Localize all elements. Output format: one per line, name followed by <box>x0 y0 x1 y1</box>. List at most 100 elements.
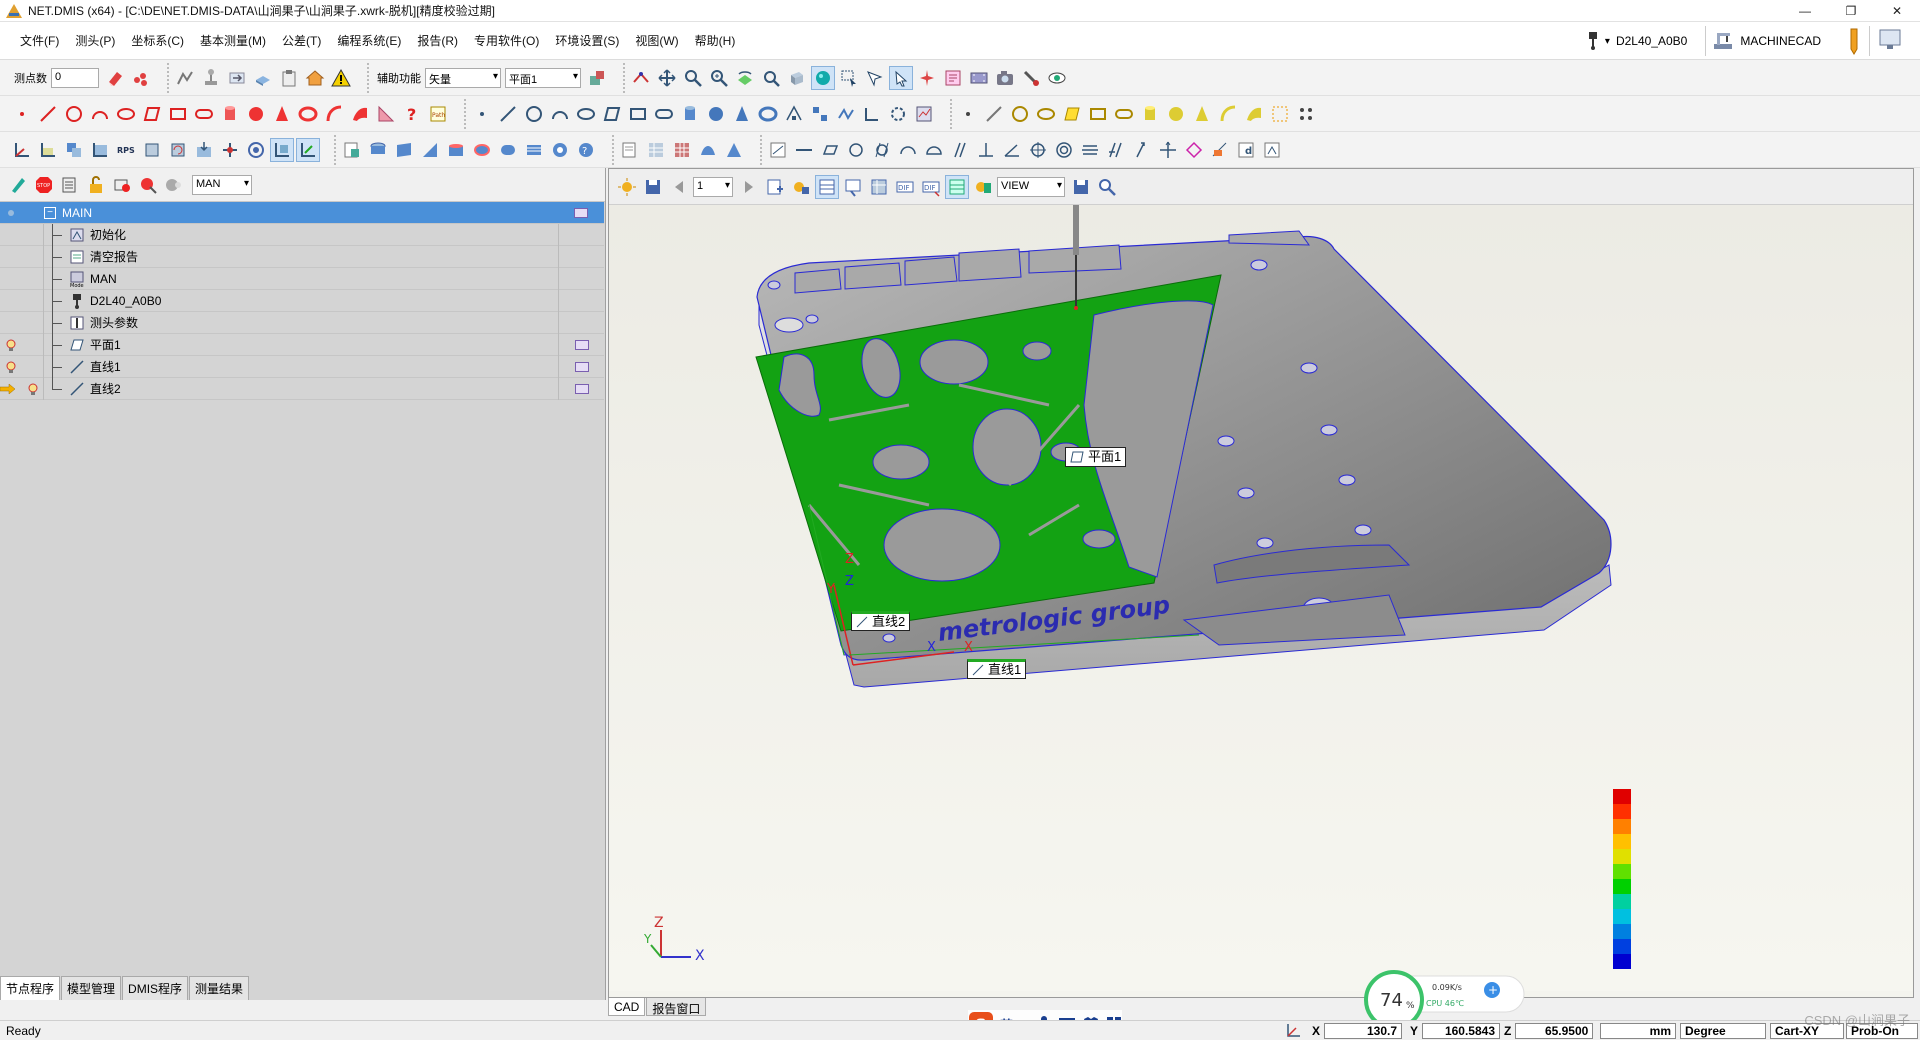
construct-line-icon[interactable] <box>496 102 520 126</box>
tab-node-program[interactable]: 节点程序 <box>0 976 61 1000</box>
construct-pattern-icon[interactable] <box>808 102 832 126</box>
menu-view[interactable]: 视图(W) <box>627 32 686 49</box>
new-view-icon[interactable] <box>763 175 787 199</box>
coordinate-mode-a-icon[interactable] <box>270 137 294 162</box>
shaded-view-icon[interactable] <box>811 65 835 90</box>
tree-item-init[interactable]: 初始化 <box>0 223 604 246</box>
tree-item-plane1[interactable]: 平面1 <box>0 333 604 356</box>
construct-report-icon[interactable] <box>912 102 936 126</box>
path-icon[interactable] <box>173 66 197 90</box>
tree-item-probe-params[interactable]: 测头参数 <box>0 311 604 334</box>
visible-lamp-icon[interactable] <box>0 356 22 378</box>
probe-dropdown-icon[interactable]: ▾ <box>1605 36 1610 47</box>
tol-curve-icon[interactable] <box>696 138 720 162</box>
aux-settings-icon[interactable] <box>585 66 609 90</box>
cad-plane-icon[interactable] <box>1060 102 1084 126</box>
cursor-probe-icon[interactable] <box>863 66 887 90</box>
menu-environment[interactable]: 环境设置(S) <box>547 32 627 49</box>
next-icon[interactable] <box>737 175 761 199</box>
measure-line-icon[interactable] <box>36 102 60 126</box>
construct-thread-icon[interactable] <box>834 102 858 126</box>
cad-dots-icon[interactable] <box>1294 102 1318 126</box>
cad-point-icon[interactable] <box>956 102 980 126</box>
tol-runout-icon[interactable] <box>548 138 572 162</box>
film-icon[interactable] <box>967 66 991 90</box>
light-icon[interactable] <box>615 175 639 199</box>
cad-surface-icon[interactable] <box>1242 102 1266 126</box>
tree-item-clear-report[interactable]: 清空报告 <box>0 245 604 268</box>
tol-parallelism-icon[interactable] <box>948 138 972 162</box>
visibility-icon[interactable] <box>1045 66 1069 90</box>
zoom-plus-icon[interactable] <box>707 66 731 90</box>
probe-icon[interactable] <box>1585 32 1601 50</box>
align-3-2-1-icon[interactable] <box>62 138 86 162</box>
pick-point-icon[interactable] <box>889 65 913 90</box>
save-view2-icon[interactable] <box>1069 175 1093 199</box>
measure-report-icon[interactable] <box>941 66 965 90</box>
construct-circle-icon[interactable] <box>522 102 546 126</box>
cad-model[interactable]: metrologic group Z Y X X Z Z Y X <box>609 205 1913 991</box>
tol-cylindricity-symbol-icon[interactable] <box>870 138 894 162</box>
measure-curve-icon[interactable] <box>322 102 346 126</box>
rotate-coordinate-icon[interactable] <box>166 138 190 162</box>
prev-icon[interactable] <box>667 175 691 199</box>
menu-programming[interactable]: 编程系统(E) <box>329 32 409 49</box>
tol-symmetry-icon[interactable] <box>1078 138 1102 162</box>
move-to-icon[interactable] <box>225 66 249 90</box>
cad-sphere-icon[interactable] <box>1164 102 1188 126</box>
report-view-icon[interactable] <box>841 175 865 199</box>
joystick-icon[interactable] <box>199 66 223 90</box>
construct-ellipse-icon[interactable] <box>574 102 598 126</box>
warning-icon[interactable] <box>329 66 353 90</box>
unlock-icon[interactable] <box>84 173 108 197</box>
view-select[interactable]: VIEW <box>997 176 1065 197</box>
eraser-red-icon[interactable] <box>103 66 127 90</box>
dimension-view-icon[interactable]: DIF <box>893 175 917 199</box>
cad-rectangle-icon[interactable] <box>1086 102 1110 126</box>
minimize-button[interactable]: — <box>1782 0 1828 22</box>
tol-flatness-icon[interactable] <box>444 138 468 162</box>
tol-table-icon[interactable] <box>644 138 668 162</box>
menu-special-software[interactable]: 专用软件(O) <box>466 32 547 49</box>
visible-lamp-icon[interactable] <box>22 377 44 400</box>
measure-arc-icon[interactable] <box>88 102 112 126</box>
monitor-icon[interactable] <box>1876 27 1906 55</box>
tab-dmis-program[interactable]: DMIS程序 <box>122 976 189 1000</box>
tol-position-icon[interactable] <box>496 138 520 162</box>
tol-roundness-icon[interactable] <box>470 138 494 162</box>
tab-measure-results[interactable]: 测量结果 <box>189 976 250 1000</box>
align-best-fit-icon[interactable] <box>88 138 112 162</box>
grid-lines-icon[interactable] <box>945 174 969 199</box>
measure-angle-icon[interactable] <box>374 102 398 126</box>
aux-select[interactable]: 矢量 <box>425 67 501 88</box>
tree-item-man[interactable]: Mode MAN <box>0 267 604 290</box>
tree-item-line2[interactable]: 直线2 <box>0 377 604 400</box>
tol-circularity-icon[interactable] <box>844 138 868 162</box>
zoom-fit-icon[interactable] <box>759 66 783 90</box>
construct-rectangle-icon[interactable] <box>626 102 650 126</box>
tree-item-probe[interactable]: D2L40_A0B0 <box>0 289 604 312</box>
init-coordinate-icon[interactable] <box>10 138 34 162</box>
tol-circular-runout-icon[interactable] <box>1130 138 1154 162</box>
workpiece-icon[interactable] <box>251 66 275 90</box>
construct-translate-icon[interactable] <box>782 102 806 126</box>
tol-perpendicularity-icon[interactable] <box>974 138 998 162</box>
translate-coordinate-icon[interactable] <box>140 138 164 162</box>
tol-grid-icon[interactable] <box>670 138 694 162</box>
recall-coordinate-icon[interactable] <box>218 138 242 162</box>
tol-cylindricity-icon[interactable] <box>392 138 416 162</box>
coordinate-mode-b-icon[interactable] <box>296 137 320 162</box>
tol-location-icon[interactable] <box>1156 138 1180 162</box>
construct-cone-icon[interactable] <box>730 102 754 126</box>
cad-cone-icon[interactable] <box>1190 102 1214 126</box>
evaluate-icon[interactable] <box>618 138 642 162</box>
table-view-icon[interactable] <box>867 175 891 199</box>
menu-coordinate-system[interactable]: 坐标系(C) <box>123 32 192 49</box>
construct-edge-icon[interactable] <box>860 102 884 126</box>
zoom-search-icon[interactable] <box>1095 175 1119 199</box>
construct-point-icon[interactable] <box>470 102 494 126</box>
menu-help[interactable]: 帮助(H) <box>687 32 744 49</box>
construct-arc-icon[interactable] <box>548 102 572 126</box>
measure-path-icon[interactable]: Path <box>426 102 450 126</box>
run-program-icon[interactable] <box>6 173 30 197</box>
